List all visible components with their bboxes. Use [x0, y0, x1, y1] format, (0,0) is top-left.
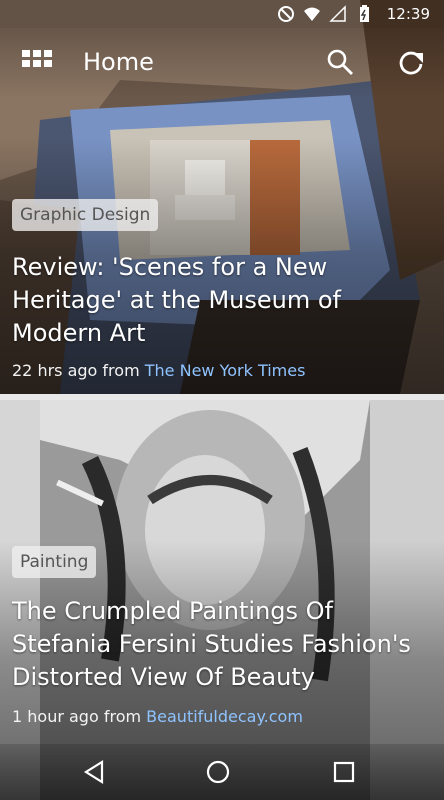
headline-line: Review: 'Scenes for a New: [12, 253, 328, 281]
article-card[interactable]: Painting The Crumpled Paintings Of Stefa…: [0, 400, 444, 800]
source-link[interactable]: Beautifuldecay.com: [146, 707, 303, 726]
status-bar: 12:39: [0, 0, 444, 28]
search-icon[interactable]: [326, 48, 354, 76]
headline-line: Distorted View Of Beauty: [12, 663, 315, 691]
recents-icon[interactable]: [330, 758, 358, 786]
wifi-icon: [303, 7, 320, 21]
signal-icon: [328, 5, 346, 22]
article-headline: Review: 'Scenes for a New Heritage' at t…: [12, 251, 432, 350]
battery-icon: [359, 5, 369, 22]
card-divider: [0, 394, 444, 400]
page-title: Home: [83, 48, 154, 76]
article-meta: 1 hour ago from Beautifuldecay.com: [12, 707, 303, 726]
category-badge[interactable]: Painting: [12, 546, 97, 578]
navigation-bar: [0, 744, 444, 800]
headline-line: Modern Art: [12, 319, 146, 347]
category-badge[interactable]: Graphic Design: [12, 199, 159, 231]
source-link[interactable]: The New York Times: [145, 361, 306, 380]
app-bar: Home: [0, 28, 444, 98]
article-headline: The Crumpled Paintings Of Stefania Fersi…: [12, 595, 432, 694]
refresh-icon[interactable]: [396, 48, 426, 78]
apps-grid-icon[interactable]: [22, 50, 52, 76]
do-not-disturb-icon: [277, 6, 294, 22]
time-ago: 22 hrs ago from: [12, 361, 140, 380]
headline-line: The Crumpled Paintings Of: [12, 597, 333, 625]
headline-line: Stefania Fersini Studies Fashion's: [12, 630, 411, 658]
home-icon[interactable]: [204, 758, 232, 786]
back-icon[interactable]: [80, 758, 108, 786]
status-time: 12:39: [386, 5, 430, 23]
time-ago: 1 hour ago from: [12, 707, 142, 726]
headline-line: Heritage' at the Museum of: [12, 286, 341, 314]
article-meta: 22 hrs ago from The New York Times: [12, 361, 305, 380]
